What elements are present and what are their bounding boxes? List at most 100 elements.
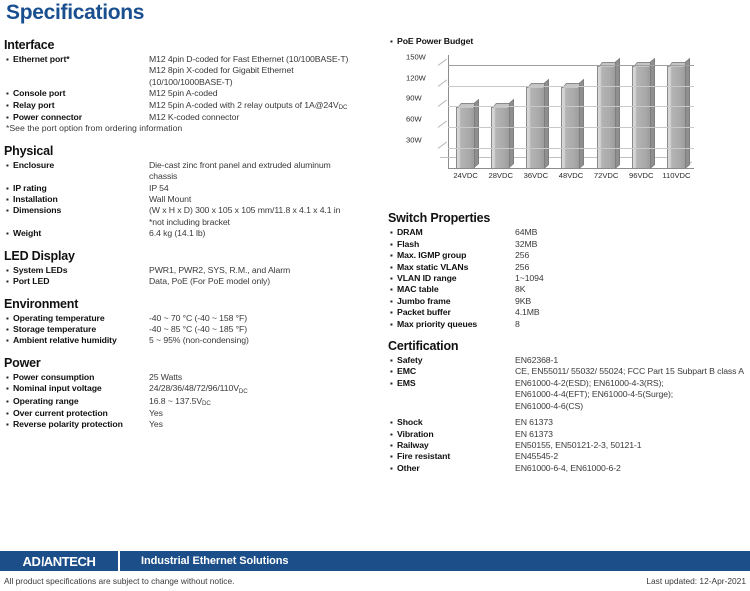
spec-label: Power connector [13,112,82,123]
bullet-icon: ▪ [6,195,9,205]
spec-label: Jumbo frame [397,295,451,306]
spec-label: EMC [397,366,417,377]
chart-x-tick-label: 72VDC [593,171,619,181]
spec-value-line: EN50155, EN50121-2-3, 50121-1 [515,439,642,450]
spec-label: Operating temperature [13,312,105,323]
spec-value-line: 5 ~ 95% (non-condensing) [149,335,249,346]
spec-value: Yes [149,408,382,419]
spec-label: Enclosure [13,159,55,170]
spec-value-line: -40 ~ 85 °C (-40 ~ 185 °F) [149,323,248,334]
spec-value: 1~1094 [515,273,750,284]
spec-value-line: M12 K-coded connector [149,112,240,123]
spec-value: (W x H x D) 300 x 105 x 105 mm/11.8 x 4.… [149,205,382,228]
section-note: *See the port option from ordering infor… [6,123,183,134]
spec-value-line: M12 5pin A-coded with 2 relay outputs of… [149,99,348,112]
spec-label: Packet buffer [397,307,451,318]
spec-label: Flash [397,238,420,249]
spec-value: EN 61373 [515,429,750,440]
chart-bar [631,57,655,170]
bullet-icon: ▪ [390,308,393,318]
footer-note-row: All product specifications are subject t… [0,574,750,588]
spec-label: Ambient relative humidity [13,335,117,346]
bullet-icon: ▪ [390,296,393,306]
chart-bar-side-face [509,99,515,169]
spec-value: 9KB [515,296,750,307]
spec-row: ▪ Installation Wall Mount [4,194,382,205]
chart-bar-side-face [474,99,480,169]
spec-label: DRAM [397,227,423,238]
spec-value-line: IP 54 [149,182,169,193]
section: Interface ▪ Ethernet port* M12 4pin D-coded… [4,38,382,135]
spec-value: Yes [149,419,382,430]
bullet-icon: ▪ [390,418,393,428]
spec-value: 6.4 kg (14.1 lb) [149,228,382,239]
spec-row: ▪ Enclosure Die-cast zinc front panel and … [4,160,382,183]
spec-row: ▪ MAC table 8K [388,284,750,295]
bullet-icon: ▪ [390,285,393,295]
spec-value-line: M12 5pin A-coded [149,88,218,99]
spec-label: Safety [397,355,423,366]
section-title: Switch Properties [388,211,491,226]
spec-row: ▪ Operating temperature -40 ~ 70 °C (-40 ~… [4,313,382,324]
section-title: Environment [4,296,79,311]
spec-row: ▪ Other EN61000-6-4, EN61000-6-2 [388,463,750,474]
chart-gridline [448,64,694,66]
spec-value-line: PWR1, PWR2, SYS, R.M., and Alarm [149,264,291,275]
bullet-icon: ▪ [390,251,393,261]
spec-value-line: Wall Mount [149,194,192,205]
bullet-icon: ▪ [6,313,9,323]
chart-bar [491,99,515,170]
spec-value-line: 256 [515,250,530,261]
spec-value-line: (W x H x D) 300 x 105 x 105 mm/11.8 x 4.… [149,205,341,216]
spec-value-line: EN 61373 [515,417,553,428]
chart-bar-side-face [544,78,550,169]
spec-row: ▪ Vibration EN 61373 [388,429,750,440]
section-title: Power [4,355,41,370]
spec-row: ▪ Port LED Data, PoE (For PoE model only) [4,276,382,287]
chart-bar [456,99,480,170]
chart-y-tick-label: 60W [406,114,422,124]
subscript-dc: DC [338,104,348,112]
spec-row: ▪ EMS EN61000-4-2(ESD); EN61000-4-3(RS); EN… [388,378,750,412]
spec-label: Shock [397,417,423,428]
spec-label: Max static VLANs [397,261,469,272]
spec-value-line: EN61000-4-4(EFT); EN61000-4-5(Surge); [515,389,674,400]
spec-label: Over current protection [13,407,108,418]
spec-label: IP rating [13,182,47,193]
bullet-icon: ▪ [390,440,393,450]
spec-value-line: 25 Watts [149,371,183,382]
section-title: LED Display [4,248,75,263]
chart-bar-slot [448,55,483,170]
bullet-icon: ▪ [390,239,393,249]
spec-value-line: EN45545-2 [515,451,559,462]
chart-depth-line [437,78,448,87]
spec-value-line: CE, EN55011/ 55032/ 55024; FCC Part 15 S… [515,366,744,377]
spec-value: M12 5pin A-coded with 2 relay outputs of… [149,100,382,112]
chart-title-label: PoE Power Budget [397,36,474,46]
chart-gridline [448,106,694,108]
chart-y-tick-label: 150W [406,52,426,62]
spec-row: ▪ Ambient relative humidity 5 ~ 95% (non-c… [4,335,382,346]
bullet-icon: ▪ [6,55,9,64]
spec-value-line: EN62368-1 [515,355,559,366]
spec-value-line: M12 4pin D-coded for Fast Ethernet (10/1… [149,54,349,64]
spec-row: ▪ Safety EN62368-1 [388,355,750,366]
spec-value: M12 5pin A-coded [149,88,382,99]
spec-value: PWR1, PWR2, SYS, R.M., and Alarm [149,265,382,276]
bullet-icon: ▪ [6,420,9,430]
bullet-icon: ▪ [6,277,9,287]
spec-value: EN45545-2 [515,451,750,462]
bullet-icon: ▪ [6,384,9,394]
spec-value-line: (10/100/1000BASE-T) [149,76,233,87]
bullet-icon: ▪ [6,408,9,418]
spec-value: EN50155, EN50121-2-3, 50121-1 [515,440,750,451]
spec-label: Reverse polarity protection [13,419,123,430]
spec-value: M12 4pin D-coded for Fast Ethernet (10/1… [149,54,382,88]
chart-x-tick-label: 48VDC [558,171,584,181]
spec-value-line: Data, PoE (For PoE model only) [149,276,271,287]
spec-label: MAC table [397,284,439,295]
bullet-icon: ▪ [6,206,9,216]
section-title: Physical [4,143,54,158]
section: LED Display ▪ System LEDs PWR1, PWR2, SYS, … [4,249,382,288]
spec-row: ▪ Weight 6.4 kg (14.1 lb) [4,228,382,239]
